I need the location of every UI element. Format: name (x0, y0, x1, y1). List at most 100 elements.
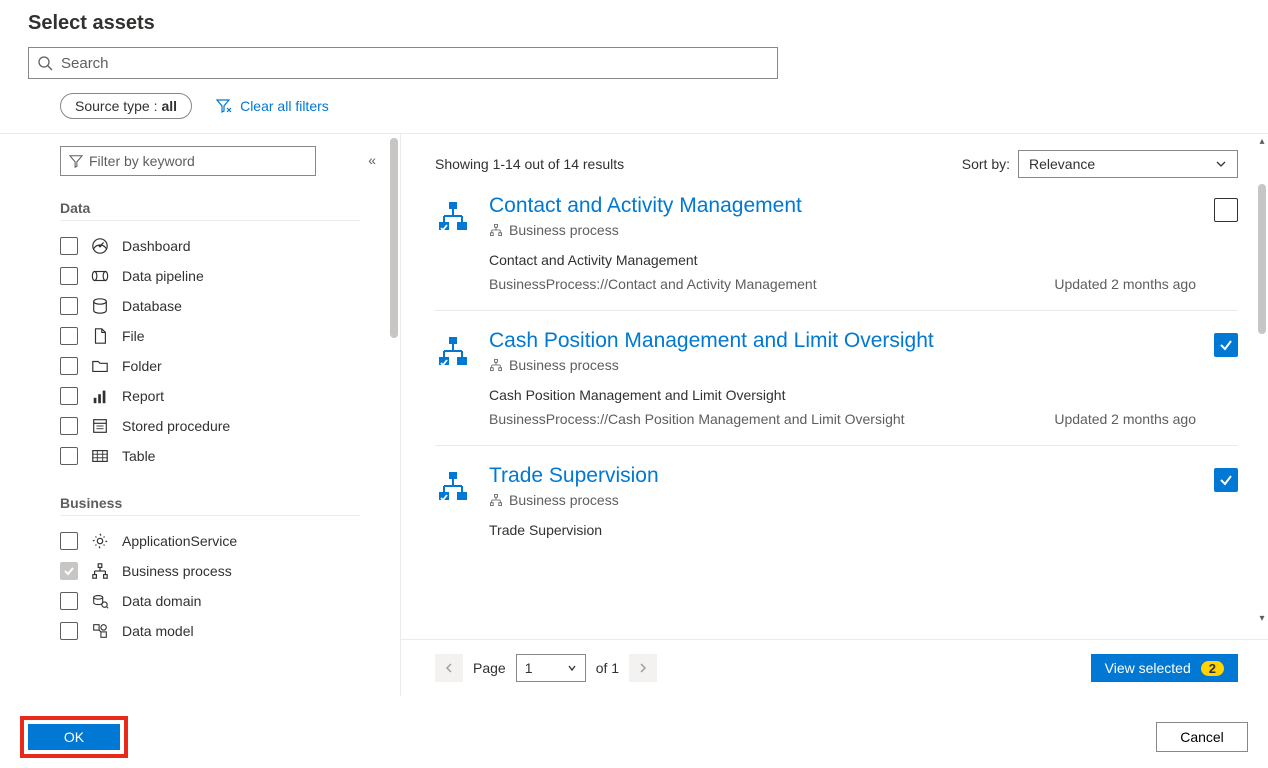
cancel-button[interactable]: Cancel (1156, 722, 1248, 752)
business-process-icon (90, 562, 110, 580)
filter-item-table[interactable]: Table (60, 441, 360, 471)
scroll-down-arrow-icon[interactable]: ▾ (1256, 613, 1268, 624)
sort-select[interactable]: Relevance (1018, 150, 1238, 178)
database-icon (90, 297, 110, 315)
ok-button[interactable]: OK (28, 724, 120, 750)
filter-item-report[interactable]: Report (60, 381, 360, 411)
stored-procedure-icon (90, 417, 110, 435)
folder-icon (90, 357, 110, 375)
result-type-label: Business process (509, 492, 619, 508)
clear-filters-button[interactable]: Clear all filters (216, 98, 329, 114)
file-icon (90, 327, 110, 345)
source-type-pill[interactable]: Source type : all (60, 93, 192, 119)
filter-item-file[interactable]: File (60, 321, 360, 351)
filter-label: Report (122, 388, 164, 404)
checkbox[interactable] (60, 327, 78, 345)
results-scrollbar[interactable]: ▴ ▾ (1256, 134, 1268, 696)
selected-count-badge: 2 (1201, 661, 1224, 676)
filter-item-folder[interactable]: Folder (60, 351, 360, 381)
results-count: Showing 1-14 out of 14 results (435, 156, 624, 172)
results-scrollbar-thumb[interactable] (1258, 184, 1266, 334)
result-title[interactable]: Cash Position Management and Limit Overs… (489, 329, 1196, 353)
hierarchy-icon (435, 464, 471, 538)
filter-item-data-pipeline[interactable]: Data pipeline (60, 261, 360, 291)
page-of-label: of 1 (596, 660, 619, 676)
checkbox[interactable] (60, 297, 78, 315)
filter-item-business-process[interactable]: Business process (60, 556, 360, 586)
filter-keyword-box[interactable] (60, 146, 316, 176)
result-checkbox[interactable] (1214, 468, 1238, 492)
result-checkbox[interactable] (1214, 333, 1238, 357)
filter-label: Stored procedure (122, 418, 230, 434)
checkbox[interactable] (60, 387, 78, 405)
data-model-icon (90, 622, 110, 640)
funnel-icon (69, 154, 83, 168)
app-service-icon (90, 532, 110, 550)
result-description: Cash Position Management and Limit Overs… (489, 387, 1196, 403)
search-box[interactable] (28, 47, 778, 79)
result-description: Contact and Activity Management (489, 252, 1196, 268)
result-description: Trade Supervision (489, 522, 1196, 538)
collapse-sidebar-button[interactable]: « (368, 152, 376, 168)
sidebar-scrollbar[interactable] (390, 134, 400, 696)
result-type-label: Business process (509, 222, 619, 238)
page-prev-button[interactable] (435, 654, 463, 682)
result-type-label: Business process (509, 357, 619, 373)
result-title[interactable]: Contact and Activity Management (489, 194, 1196, 218)
filter-label: File (122, 328, 145, 344)
filter-item-database[interactable]: Database (60, 291, 360, 321)
sort-value: Relevance (1029, 156, 1095, 172)
filter-keyword-input[interactable] (89, 153, 307, 169)
view-selected-button[interactable]: View selected 2 (1091, 654, 1238, 682)
pipeline-icon (90, 267, 110, 285)
filter-label: Business process (122, 563, 232, 579)
page-current: 1 (525, 660, 533, 676)
result-item: Contact and Activity Management Business… (435, 194, 1238, 311)
checkbox[interactable] (60, 267, 78, 285)
filter-group-title-data: Data (60, 200, 360, 221)
search-input[interactable] (53, 55, 769, 72)
result-item: Trade Supervision Business process Trade… (435, 446, 1238, 556)
filter-label: Data model (122, 623, 194, 639)
checkbox[interactable] (60, 417, 78, 435)
filter-item-data-domain[interactable]: Data domain (60, 586, 360, 616)
business-process-small-icon (489, 493, 503, 507)
sidebar-scrollbar-thumb[interactable] (390, 138, 398, 338)
result-checkbox[interactable] (1214, 198, 1238, 222)
filter-item-data-model[interactable]: Data model (60, 616, 360, 646)
checkbox[interactable] (60, 447, 78, 465)
checkbox[interactable] (60, 532, 78, 550)
filter-label: Database (122, 298, 182, 314)
result-title[interactable]: Trade Supervision (489, 464, 1196, 488)
scroll-up-arrow-icon[interactable]: ▴ (1256, 136, 1268, 147)
source-type-value: all (162, 98, 178, 114)
data-domain-icon (90, 592, 110, 610)
ok-highlight: OK (20, 716, 128, 758)
business-process-small-icon (489, 223, 503, 237)
filter-item-application-service[interactable]: ApplicationService (60, 526, 360, 556)
filter-label: Folder (122, 358, 162, 374)
result-path: BusinessProcess://Contact and Activity M… (489, 276, 817, 292)
result-item: Cash Position Management and Limit Overs… (435, 311, 1238, 446)
page-next-button[interactable] (629, 654, 657, 682)
result-updated: Updated 2 months ago (1054, 411, 1196, 427)
table-icon (90, 447, 110, 465)
filter-item-dashboard[interactable]: Dashboard (60, 231, 360, 261)
filter-label: Dashboard (122, 238, 191, 254)
hierarchy-icon (435, 194, 471, 292)
page-select[interactable]: 1 (516, 654, 586, 682)
checkbox[interactable] (60, 357, 78, 375)
checkbox-indeterminate[interactable] (60, 562, 78, 580)
filter-label: Data pipeline (122, 268, 204, 284)
checkbox[interactable] (60, 622, 78, 640)
filter-label: ApplicationService (122, 533, 237, 549)
filter-clear-icon (216, 98, 232, 114)
checkbox[interactable] (60, 237, 78, 255)
filter-label: Table (122, 448, 155, 464)
result-updated: Updated 2 months ago (1054, 276, 1196, 292)
result-path: BusinessProcess://Cash Position Manageme… (489, 411, 905, 427)
filter-item-stored-procedure[interactable]: Stored procedure (60, 411, 360, 441)
page-label: Page (473, 660, 506, 676)
checkbox[interactable] (60, 592, 78, 610)
results-panel: Showing 1-14 out of 14 results Sort by: … (400, 134, 1268, 696)
